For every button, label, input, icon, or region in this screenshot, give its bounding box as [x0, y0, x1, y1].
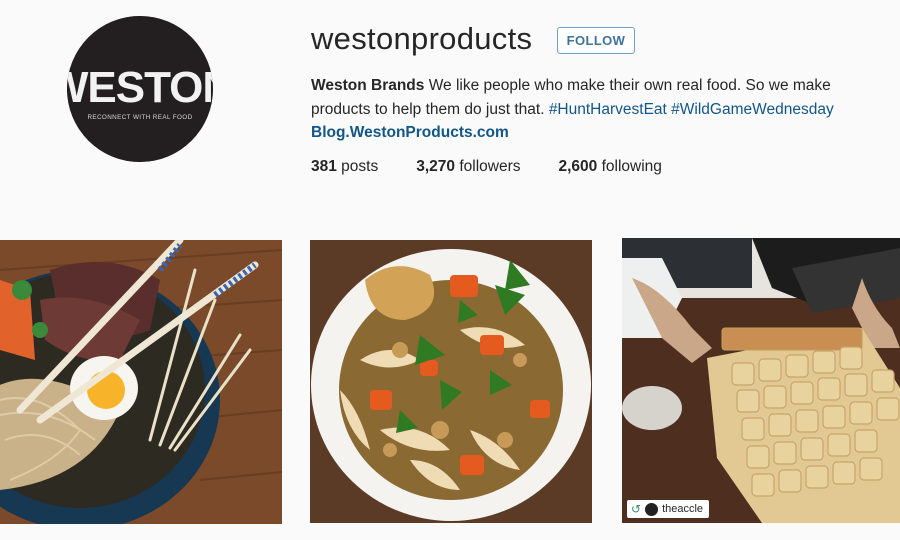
bio-website-link[interactable]: Blog.WestonProducts.com: [311, 124, 509, 141]
repost-icon: ↺: [631, 502, 642, 516]
repost-badge[interactable]: ↺ theaccle: [627, 500, 710, 518]
follow-button[interactable]: FOLLOW: [557, 27, 635, 54]
profile-bio: Weston Brands We like people who make th…: [311, 74, 881, 145]
stat-posts: 381 posts: [311, 158, 378, 176]
photo-tile-ravioli[interactable]: ↺ theaccle: [622, 238, 900, 523]
following-label: following: [597, 158, 662, 175]
followers-label: followers: [455, 158, 521, 175]
profile-stats: 381 posts 3,270 followers 2,600 followin…: [311, 158, 700, 176]
repost-username: theaccle: [662, 503, 704, 515]
weston-logo: WESTON RECONNECT WITH REAL FOOD: [67, 16, 213, 162]
posts-count: 381: [311, 158, 337, 175]
photo-tile-soup[interactable]: [310, 240, 592, 523]
ravioli-image: [622, 238, 900, 523]
hashtag-hunt-harvest-eat[interactable]: #HuntHarvestEat: [549, 101, 667, 118]
soup-image: [310, 240, 592, 523]
hashtag-wild-game-wednesday[interactable]: #WildGameWednesday: [671, 101, 834, 118]
ramen-image: [0, 240, 282, 524]
photo-tile-ramen[interactable]: [0, 240, 282, 524]
profile-avatar[interactable]: WESTON RECONNECT WITH REAL FOOD: [67, 16, 213, 162]
profile-username: westonproducts: [311, 21, 533, 56]
bio-name: Weston Brands: [311, 77, 425, 94]
following-count: 2,600: [558, 158, 598, 175]
logo-text: WESTON: [67, 63, 213, 112]
logo-tagline: RECONNECT WITH REAL FOOD: [87, 114, 192, 121]
stat-followers[interactable]: 3,270 followers: [416, 158, 520, 176]
repost-user-avatar: [645, 502, 659, 516]
followers-count: 3,270: [416, 158, 456, 175]
posts-label: posts: [336, 158, 379, 175]
stat-following[interactable]: 2,600 following: [559, 158, 662, 176]
